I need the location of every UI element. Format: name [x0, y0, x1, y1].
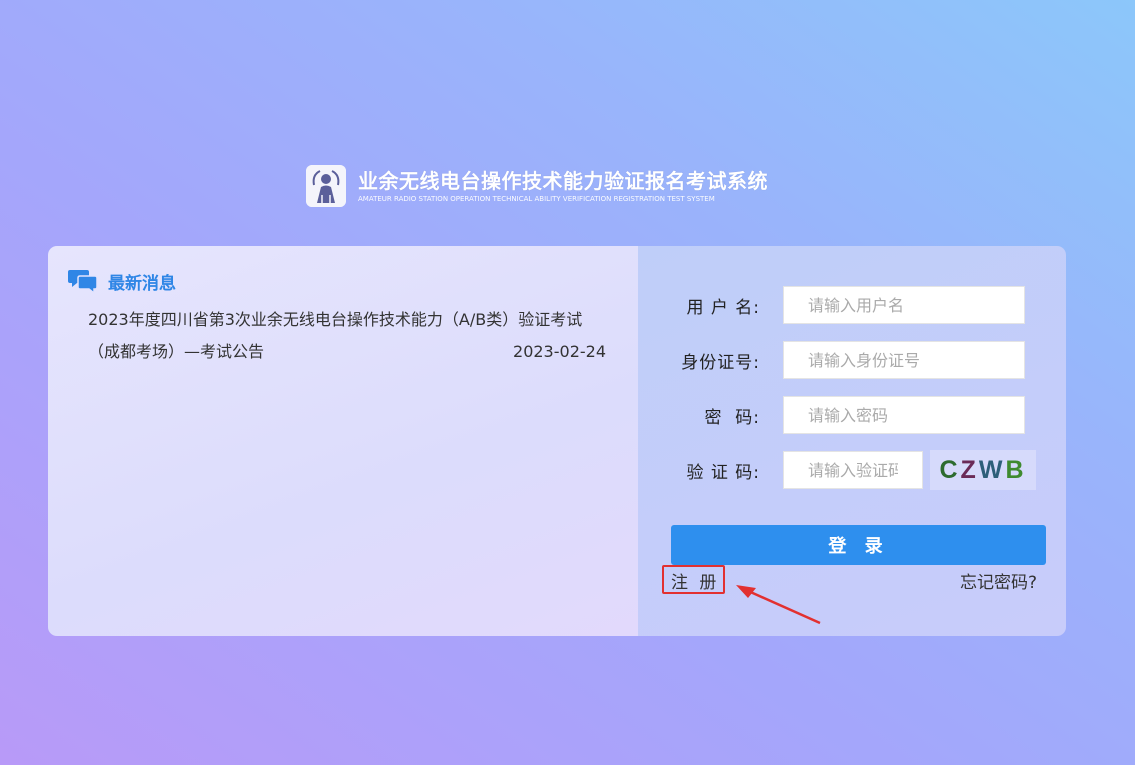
chat-bubbles-icon	[68, 270, 98, 294]
password-label: 密 码:	[704, 407, 760, 428]
password-row: 密 码:	[638, 396, 1066, 434]
captcha-input[interactable]	[783, 451, 923, 489]
forgot-password-link[interactable]: 忘记密码?	[960, 568, 1037, 593]
idcard-label: 身份证号:	[681, 352, 760, 373]
captcha-label: 验 证 码:	[686, 462, 760, 483]
app-header: 业余无线电台操作技术能力验证报名考试系统 AMATEUR RADIO STATI…	[306, 164, 768, 208]
captcha-char: C	[939, 455, 961, 484]
news-item[interactable]: 2023年度四川省第3次业余无线电台操作技术能力（A/B类）验证考试（成都考场）…	[88, 304, 606, 368]
idcard-row: 身份证号:	[638, 341, 1066, 379]
username-row: 用 户 名:	[638, 286, 1066, 324]
news-heading: 最新消息	[108, 273, 176, 294]
username-input[interactable]	[783, 286, 1025, 324]
username-label: 用 户 名:	[686, 297, 760, 318]
app-title: 业余无线电台操作技术能力验证报名考试系统	[358, 169, 768, 193]
captcha-char: W	[978, 455, 1006, 484]
news-panel: 最新消息 2023年度四川省第3次业余无线电台操作技术能力（A/B类）验证考试（…	[48, 246, 638, 636]
radio-operator-logo	[306, 165, 346, 207]
login-button[interactable]: 登 录	[671, 525, 1046, 565]
captcha-char: B	[1005, 455, 1027, 484]
news-item-date: 2023-02-24	[513, 342, 606, 361]
password-input[interactable]	[783, 396, 1025, 434]
captcha-row: 验 证 码: CZ WB	[638, 450, 1066, 490]
app-subtitle: AMATEUR RADIO STATION OPERATION TECHNICA…	[358, 195, 715, 203]
news-header: 最新消息	[68, 268, 176, 294]
annotation-highlight-box	[662, 565, 725, 594]
idcard-input[interactable]	[783, 341, 1025, 379]
main-card: 最新消息 2023年度四川省第3次业余无线电台操作技术能力（A/B类）验证考试（…	[48, 246, 1066, 636]
annotation-arrow-icon	[736, 585, 821, 625]
captcha-image[interactable]: CZ WB	[930, 450, 1036, 490]
captcha-char: Z	[960, 455, 979, 484]
